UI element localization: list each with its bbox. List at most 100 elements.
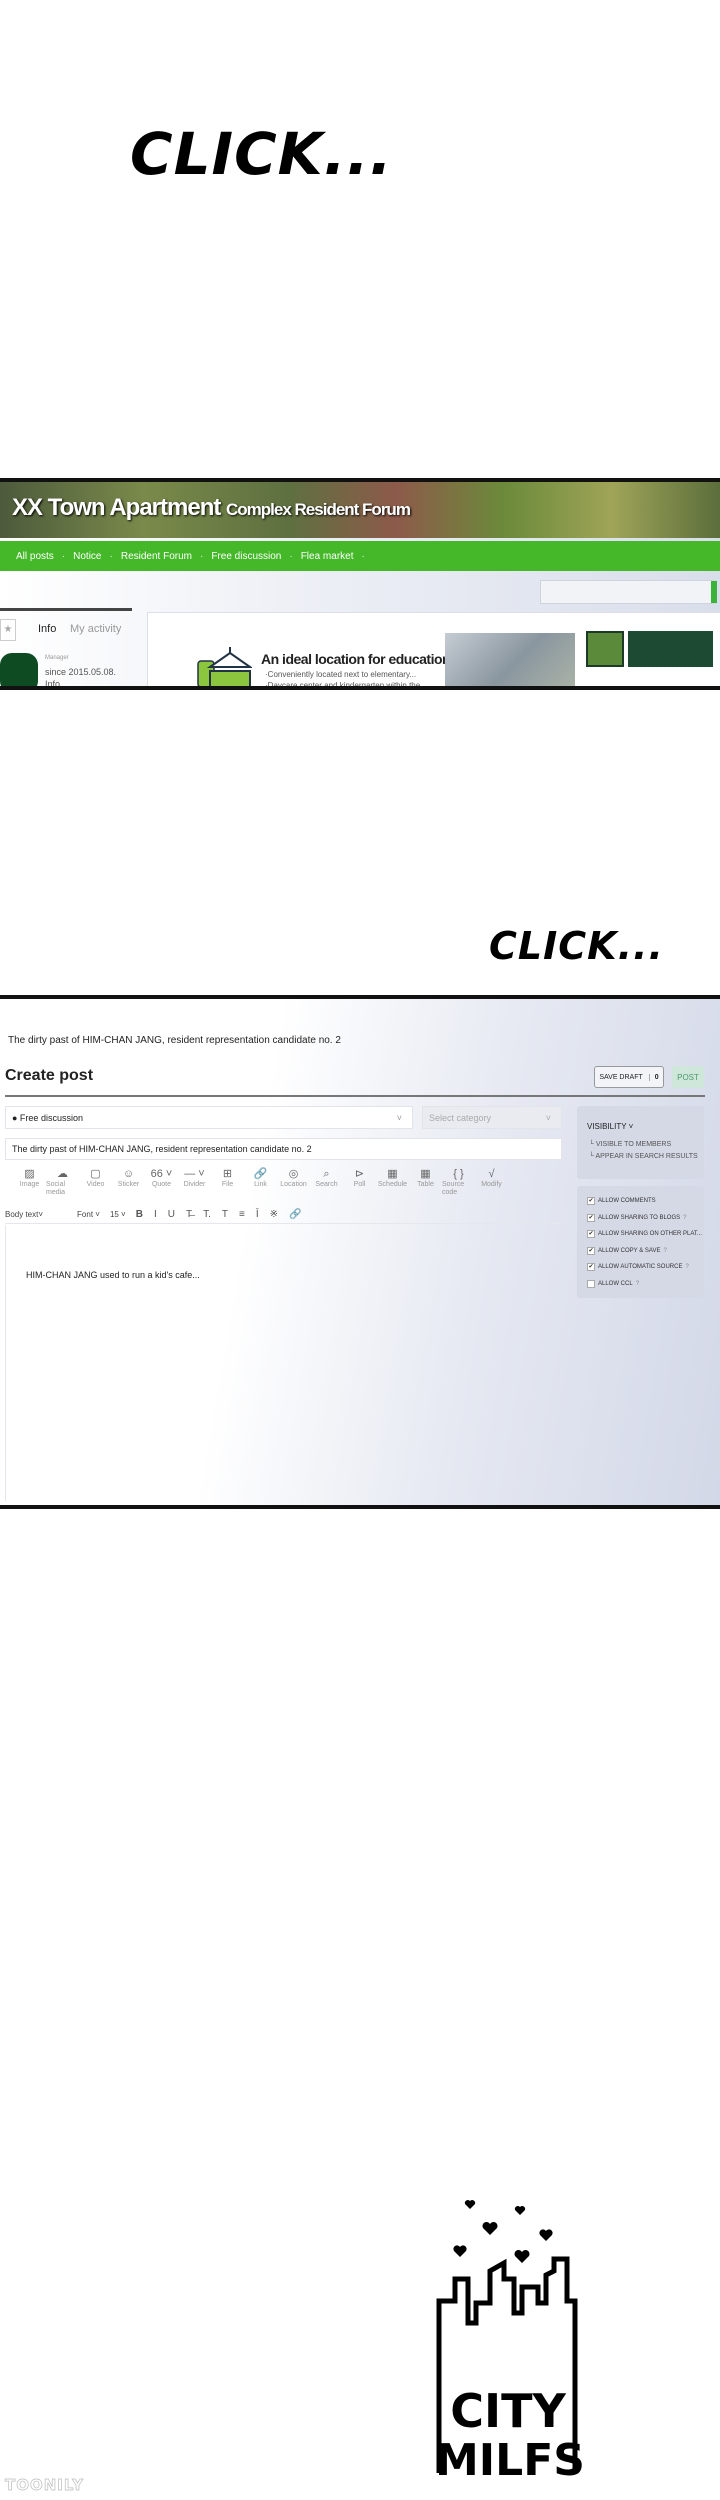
nav-item[interactable]: Free discussion xyxy=(211,551,281,562)
format-button[interactable]: T. xyxy=(203,1209,211,1220)
help-icon[interactable]: ? xyxy=(683,1215,686,1221)
tool-quote-button[interactable]: 66 ˅ Quote xyxy=(145,1167,178,1205)
font-size-select[interactable]: 15 ˅ xyxy=(110,1210,126,1219)
create-post-heading: Create post xyxy=(5,1067,94,1084)
visibility-item: └ APPEAR IN SEARCH RESULTS xyxy=(589,1153,698,1160)
tool-label: Image xyxy=(19,1181,40,1188)
board-select[interactable]: ● Free discussion ˅ xyxy=(5,1106,413,1129)
format-toolbar: Body text˅ Font ˅ 15 ˅ B I U T̶ T. T ≡ Ī ※ 🔗 xyxy=(5,1206,562,1224)
help-icon[interactable]: ? xyxy=(636,1281,639,1287)
info-link[interactable]: Info xyxy=(45,679,60,686)
tool-sticker-button[interactable]: ☺ Sticker xyxy=(112,1167,145,1205)
format-button[interactable]: U xyxy=(168,1209,175,1220)
tool-divider-button[interactable]: — ˅ Divider xyxy=(178,1167,211,1205)
nav-item[interactable]: Notice xyxy=(73,551,101,562)
smiley-icon: ☺ xyxy=(122,1168,135,1180)
role-label: Manager xyxy=(45,655,69,661)
save-draft-label: SAVE DRAFT xyxy=(599,1073,643,1081)
poll-icon: ⊳ xyxy=(354,1168,365,1180)
format-button[interactable]: T̶ xyxy=(186,1209,192,1220)
tab-info[interactable]: Info xyxy=(38,623,56,635)
option-checkbox[interactable]: ✔ xyxy=(587,1246,595,1255)
tool-search-button[interactable]: ⌕ Search xyxy=(310,1167,343,1205)
create-post-panel: The dirty past of HIM-CHAN JANG, residen… xyxy=(0,995,720,1509)
option-row: ✔ ALLOW COPY & SAVE? xyxy=(587,1246,667,1255)
search-button[interactable] xyxy=(711,581,717,603)
apartment-logo xyxy=(586,631,624,667)
save-draft-button[interactable]: SAVE DRAFT 0 xyxy=(594,1066,664,1088)
category-placeholder: Select category xyxy=(429,1112,492,1123)
format-button[interactable]: ≡ xyxy=(239,1209,245,1220)
divider xyxy=(5,1095,705,1097)
nav-separator: · xyxy=(61,550,66,562)
subject-input[interactable]: The dirty past of HIM-CHAN JANG, residen… xyxy=(5,1138,562,1160)
format-button[interactable]: I xyxy=(154,1209,157,1220)
tool-video-button[interactable]: ▢ Video xyxy=(79,1167,112,1205)
option-label: ALLOW SHARING TO BLOGS xyxy=(598,1214,681,1221)
tab-my-activity[interactable]: My activity xyxy=(70,623,121,635)
apartment-logo-block xyxy=(628,631,713,667)
forum-title-main: XX Town Apartment xyxy=(12,494,221,521)
paragraph-style-select[interactable]: Body text˅ xyxy=(5,1210,43,1219)
format-button[interactable]: B xyxy=(136,1209,143,1220)
help-icon[interactable]: ? xyxy=(685,1264,688,1270)
option-label: ALLOW SHARING ON OTHER PLAT... xyxy=(598,1231,702,1237)
click-caption-2: CLICK... xyxy=(489,924,664,968)
body-text[interactable]: HIM-CHAN JANG used to run a kid's cafe..… xyxy=(26,1270,200,1280)
format-button[interactable]: ※ xyxy=(270,1209,278,1220)
link-icon: 🔗 xyxy=(253,1168,268,1180)
page-title: The dirty past of HIM-CHAN JANG, residen… xyxy=(8,1035,341,1046)
tool-social-media-button[interactable]: ☁ Social media xyxy=(46,1167,79,1205)
format-button[interactable]: Ī xyxy=(256,1209,259,1220)
visibility-panel: VISIBILITY ˅ └ VISIBLE TO MEMBERS └ APPE… xyxy=(577,1106,704,1179)
forum-title[interactable]: XX Town Apartment Complex Resident Forum xyxy=(12,494,411,522)
city-milfs-logo: CITY MILFS xyxy=(435,2200,585,2480)
tool-file-button[interactable]: ⊞ File xyxy=(211,1167,244,1205)
category-select[interactable]: Select category ˅ xyxy=(422,1106,562,1129)
board-value: ● Free discussion xyxy=(12,1112,83,1123)
tool-label: Modify xyxy=(481,1181,502,1188)
image-icon: ▨ xyxy=(24,1168,35,1180)
nav-item[interactable]: Resident Forum xyxy=(121,551,192,562)
help-icon[interactable]: ? xyxy=(663,1248,666,1254)
click-caption-1: CLICK... xyxy=(130,120,393,188)
option-row: ✔ ALLOW AUTOMATIC SOURCE? xyxy=(587,1263,689,1271)
tool-table-button[interactable]: ▦ Table xyxy=(409,1167,442,1205)
tool-image-button[interactable]: ▨ Image xyxy=(13,1167,46,1205)
visibility-toggle[interactable]: VISIBILITY ˅ xyxy=(587,1122,633,1131)
option-checkbox[interactable]: ✔ xyxy=(587,1197,595,1205)
option-row: ALLOW CCL? xyxy=(587,1279,639,1288)
option-checkbox[interactable] xyxy=(587,1279,595,1288)
nav-separator: · xyxy=(289,550,293,562)
option-checkbox[interactable]: ✔ xyxy=(587,1263,595,1271)
video-icon: ▢ xyxy=(90,1168,101,1180)
option-label: ALLOW COPY & SAVE xyxy=(598,1247,661,1254)
star-icon[interactable]: ★ xyxy=(0,619,16,641)
search-input[interactable] xyxy=(540,580,717,604)
file-icon: ⊞ xyxy=(222,1168,233,1180)
post-button[interactable]: POST xyxy=(672,1066,704,1088)
editor-body[interactable]: HIM-CHAN JANG used to run a kid's cafe..… xyxy=(5,1225,562,1501)
format-button[interactable]: 🔗 xyxy=(289,1209,301,1220)
code-icon: { } xyxy=(453,1168,464,1180)
tool-label: Divider xyxy=(183,1181,206,1188)
font-select[interactable]: Font ˅ xyxy=(77,1210,100,1219)
forum-title-sub: Complex Resident Forum xyxy=(226,500,411,519)
option-label: ALLOW CCL xyxy=(598,1280,633,1287)
tool-modify-button[interactable]: √ Modify xyxy=(475,1167,508,1205)
option-checkbox[interactable]: ✔ xyxy=(587,1213,595,1222)
logo-text-milfs: MILFS xyxy=(435,2435,585,2480)
nav-separator: · xyxy=(361,550,365,562)
tool-schedule-button[interactable]: ▦ Schedule xyxy=(376,1167,409,1205)
search-icon: ⌕ xyxy=(323,1168,330,1180)
option-checkbox[interactable]: ✔ xyxy=(587,1230,595,1238)
nav-item[interactable]: All posts xyxy=(16,551,54,562)
tool-location-button[interactable]: ◎ Location xyxy=(277,1167,310,1205)
tool-poll-button[interactable]: ⊳ Poll xyxy=(343,1167,376,1205)
nav-item[interactable]: Flea market xyxy=(301,551,354,562)
format-button[interactable]: T xyxy=(222,1209,228,1220)
option-row: ✔ ALLOW SHARING ON OTHER PLAT... xyxy=(587,1230,705,1238)
tool-source-code-button[interactable]: { } Source code xyxy=(442,1167,475,1205)
chevron-down-icon: ˅ xyxy=(396,1112,402,1123)
tool-link-button[interactable]: 🔗 Link xyxy=(244,1167,277,1205)
